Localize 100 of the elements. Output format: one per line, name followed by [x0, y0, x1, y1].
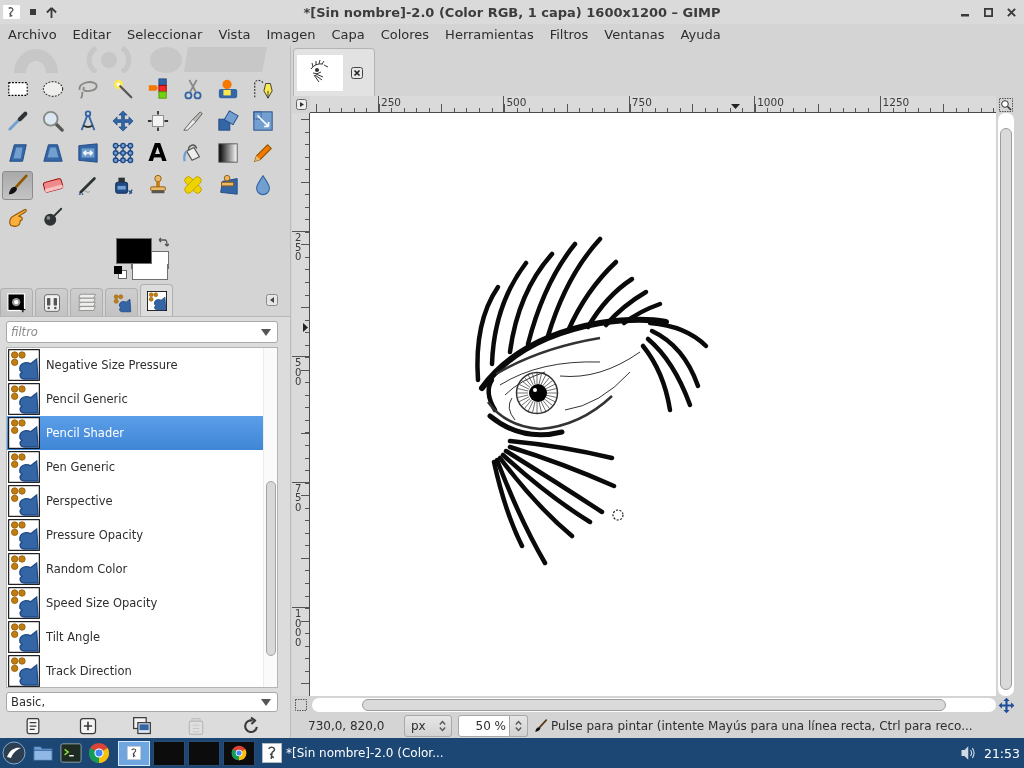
unit-select[interactable]: px [404, 715, 452, 737]
dock-tab[interactable] [140, 284, 173, 316]
menu-item[interactable]: Ayuda [672, 25, 729, 45]
menu-item[interactable]: Capa [323, 25, 373, 45]
menu-item[interactable]: Editar [64, 25, 120, 45]
list-item[interactable]: Random Color [7, 552, 263, 586]
image-tab[interactable] [293, 48, 375, 96]
menu-item[interactable]: Ventanas [596, 25, 673, 45]
browser-icon [231, 745, 247, 761]
parallelogram-icon [6, 142, 29, 164]
trapezoid-icon [41, 142, 64, 164]
pointer-marker-icon [731, 104, 740, 109]
list-item[interactable]: Perspective [7, 484, 263, 518]
up-arrow-icon[interactable] [46, 6, 57, 18]
list-item[interactable]: Negative Size Pressure [7, 348, 263, 382]
list-item[interactable]: Pen Generic [7, 450, 263, 484]
dashed-ellipse-icon [41, 78, 64, 100]
tool-button[interactable] [2, 170, 33, 200]
ruler-label: 1250 [882, 96, 910, 108]
spin-arrows-icon [515, 720, 522, 732]
menu-item[interactable]: Herramientas [437, 25, 542, 45]
ruler-label: 1000 [295, 609, 302, 648]
close-icon[interactable] [351, 66, 363, 79]
scrollbar-thumb[interactable] [266, 481, 276, 656]
move-arrows-icon[interactable] [997, 696, 1015, 714]
menu-item[interactable]: Imagen [258, 25, 324, 45]
menu-item[interactable]: Archivo [0, 25, 65, 45]
paintbrush-icon [534, 719, 548, 733]
filter-field[interactable]: filtro [6, 321, 278, 343]
layers-icon [76, 292, 97, 313]
zoom-spin-button[interactable] [510, 715, 528, 737]
double-arrow-icon [76, 142, 99, 164]
bandage-icon [181, 174, 204, 196]
pointer-coordinates: 730,0, 820,0 [308, 719, 386, 733]
swap-arrows-icon[interactable] [157, 236, 169, 248]
close-icon[interactable] [1007, 7, 1016, 17]
default-colors-icon[interactable] [114, 266, 127, 279]
knife-icon [181, 110, 204, 132]
paintbrush-icon [6, 174, 29, 196]
image-thumbnail [297, 54, 343, 91]
window-thumbnail-icon [127, 746, 141, 760]
pencil-icon [251, 142, 274, 164]
pointing-hand-icon [6, 206, 29, 228]
ruler-label: 500 [295, 358, 302, 387]
menu-item[interactable]: Seleccionar [119, 25, 211, 45]
list-item[interactable]: Pressure Opacity [7, 518, 263, 552]
dock-tab[interactable] [35, 288, 68, 316]
dynamics-icon [111, 292, 132, 313]
tilted-squares-icon [216, 110, 239, 132]
lasso-icon [76, 78, 99, 100]
ruler-label: 750 [631, 96, 652, 108]
list-scrollbar[interactable] [263, 348, 277, 687]
person-icon [216, 78, 239, 100]
terminal-icon[interactable] [60, 742, 82, 764]
menu-item[interactable]: Vista [210, 25, 259, 45]
workspace-button[interactable] [223, 740, 255, 766]
list-item[interactable]: Track Direction [7, 654, 263, 687]
zoom-icon[interactable] [999, 97, 1013, 112]
plus-icon [77, 716, 98, 736]
square-crosshair-icon [146, 110, 169, 132]
spin-arrows-icon [439, 720, 446, 732]
list-item[interactable]: Speed Size Opacity [7, 586, 263, 620]
color-squares-icon [146, 78, 169, 100]
foreground-color-swatch[interactable] [116, 238, 152, 264]
horizontal-scrollbar[interactable] [312, 698, 996, 712]
dynamics-editor-icon [146, 290, 167, 311]
window-title: *[Sin nombre]-2.0 (Color RGB, 1 capa) 1600x1200 – GIMP [302, 4, 722, 20]
status-message: Pulse para pintar (intente Mayús para una línea recta, Ctrl para reco... [551, 719, 973, 733]
caret-icon [261, 698, 271, 706]
tool-button[interactable]: A [142, 138, 173, 168]
zoom-field[interactable]: 50 % [458, 715, 510, 737]
pointer-marker-icon [303, 323, 308, 332]
start-menu-icon[interactable] [2, 741, 26, 765]
vertical-scrollbar[interactable] [998, 113, 1014, 696]
eyedropper-icon [6, 110, 29, 132]
dock-tab[interactable] [0, 288, 33, 316]
dock-action-button[interactable] [130, 715, 153, 737]
scissors-icon [181, 78, 204, 100]
menu-item[interactable]: Filtros [541, 25, 597, 45]
tag-field[interactable]: Basic, [6, 692, 278, 712]
scrollbar-thumb[interactable] [1000, 128, 1012, 690]
ruler-label: 500 [506, 96, 527, 108]
node-network-icon [111, 142, 134, 164]
maximize-icon[interactable] [984, 7, 993, 17]
paddle-icon [41, 206, 64, 228]
tool-options-icon [6, 292, 27, 313]
dashed-square-icon[interactable] [295, 699, 307, 711]
browser-icon[interactable] [88, 742, 110, 764]
device-status-icon [41, 292, 62, 313]
ruler-label: 750 [295, 483, 302, 513]
caret-icon [261, 329, 271, 336]
list-item[interactable]: Pencil Generic [7, 382, 263, 416]
menu-item[interactable]: Colores [372, 25, 438, 45]
ruler-label: 1000 [757, 96, 784, 108]
task-button[interactable]: *[Sin nombre]-2.0 (Color... [260, 740, 450, 766]
gradient-square-icon [216, 142, 239, 164]
scrollbar-thumb[interactable] [362, 699, 946, 711]
speaker-icon[interactable] [959, 744, 978, 762]
list-item[interactable]: Tilt Angle [7, 620, 263, 654]
app-icon[interactable] [3, 5, 20, 19]
